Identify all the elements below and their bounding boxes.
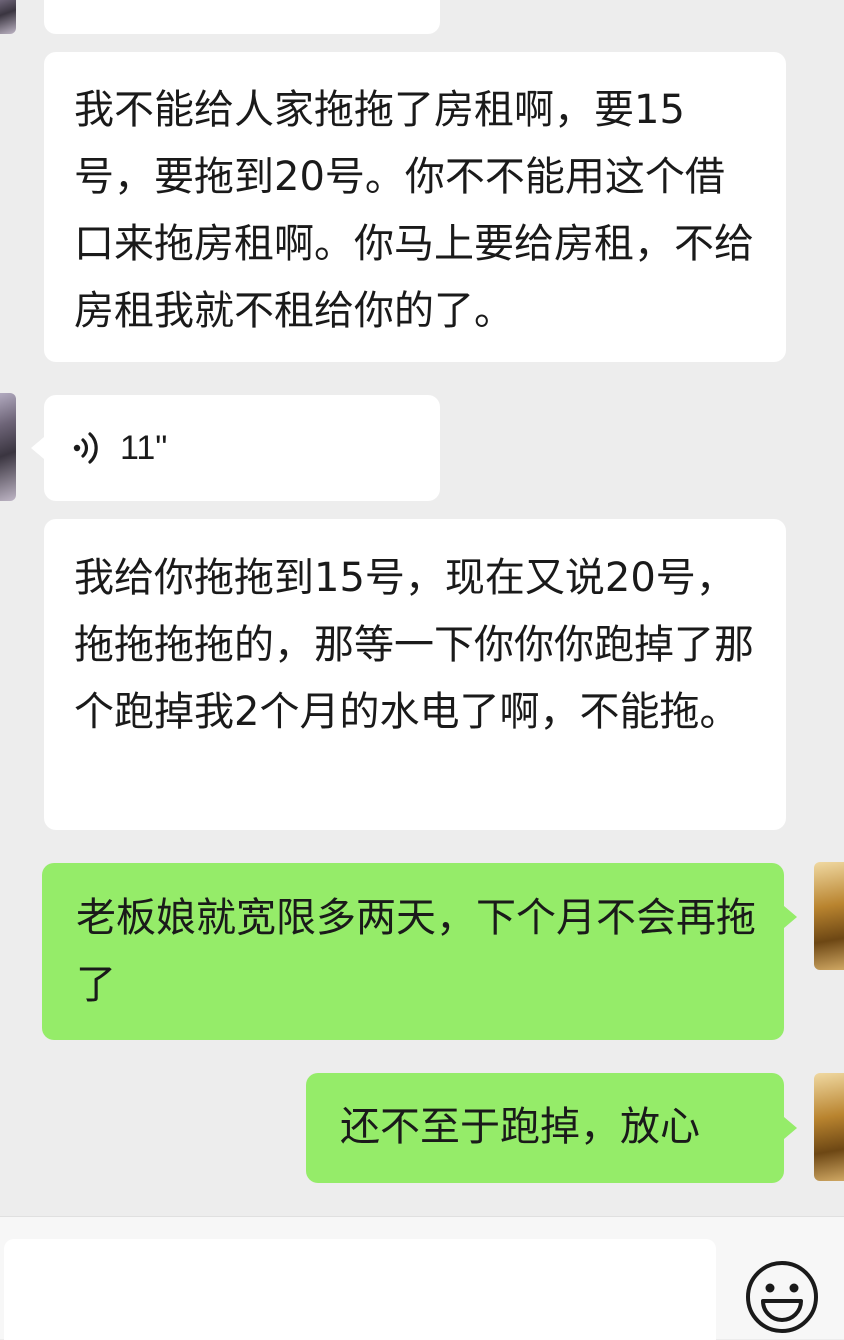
message-input[interactable] [4, 1239, 716, 1340]
my-avatar[interactable] [814, 1073, 844, 1181]
bubble-tail [784, 1117, 797, 1139]
bubble-tail [31, 437, 44, 459]
message-bubble-outgoing[interactable]: 老板娘就宽限多两天，下个月不会再拖了 [42, 863, 784, 1040]
message-bubble-incoming[interactable]: 我给你拖拖到15号，现在又说20号，拖拖拖拖的，那等一下你你你跑掉了那个跑掉我2… [44, 519, 786, 830]
message-text: 我给你拖拖到15号，现在又说20号，拖拖拖拖的，那等一下你你你跑掉了那个跑掉我2… [74, 555, 754, 735]
voice-wave-icon [73, 432, 98, 464]
input-bar [0, 1216, 844, 1340]
voice-duration: 11" [120, 428, 168, 467]
message-text: 还不至于跑掉，放心 [340, 1104, 700, 1150]
chat-message-list[interactable]: 我不能给人家拖拖了房租啊，要15号，要拖到20号。你不不能用这个借口来拖房租啊。… [0, 0, 844, 1216]
message-bubble-outgoing[interactable]: 还不至于跑掉，放心 [306, 1073, 784, 1183]
message-bubble-incoming[interactable]: 我不能给人家拖拖了房租啊，要15号，要拖到20号。你不不能用这个借口来拖房租啊。… [44, 52, 786, 362]
my-avatar[interactable] [814, 862, 844, 970]
contact-avatar[interactable] [0, 393, 16, 501]
message-text: 老板娘就宽限多两天，下个月不会再拖了 [76, 895, 756, 1008]
contact-avatar[interactable] [0, 0, 16, 34]
message-text: 我不能给人家拖拖了房租啊，要15号，要拖到20号。你不不能用这个借口来拖房租啊。… [74, 87, 754, 334]
bubble-tail [784, 906, 797, 928]
smiley-face-icon[interactable] [744, 1259, 820, 1335]
message-bubble-partial[interactable] [44, 0, 440, 34]
voice-message-bubble[interactable]: 11" [44, 395, 440, 501]
